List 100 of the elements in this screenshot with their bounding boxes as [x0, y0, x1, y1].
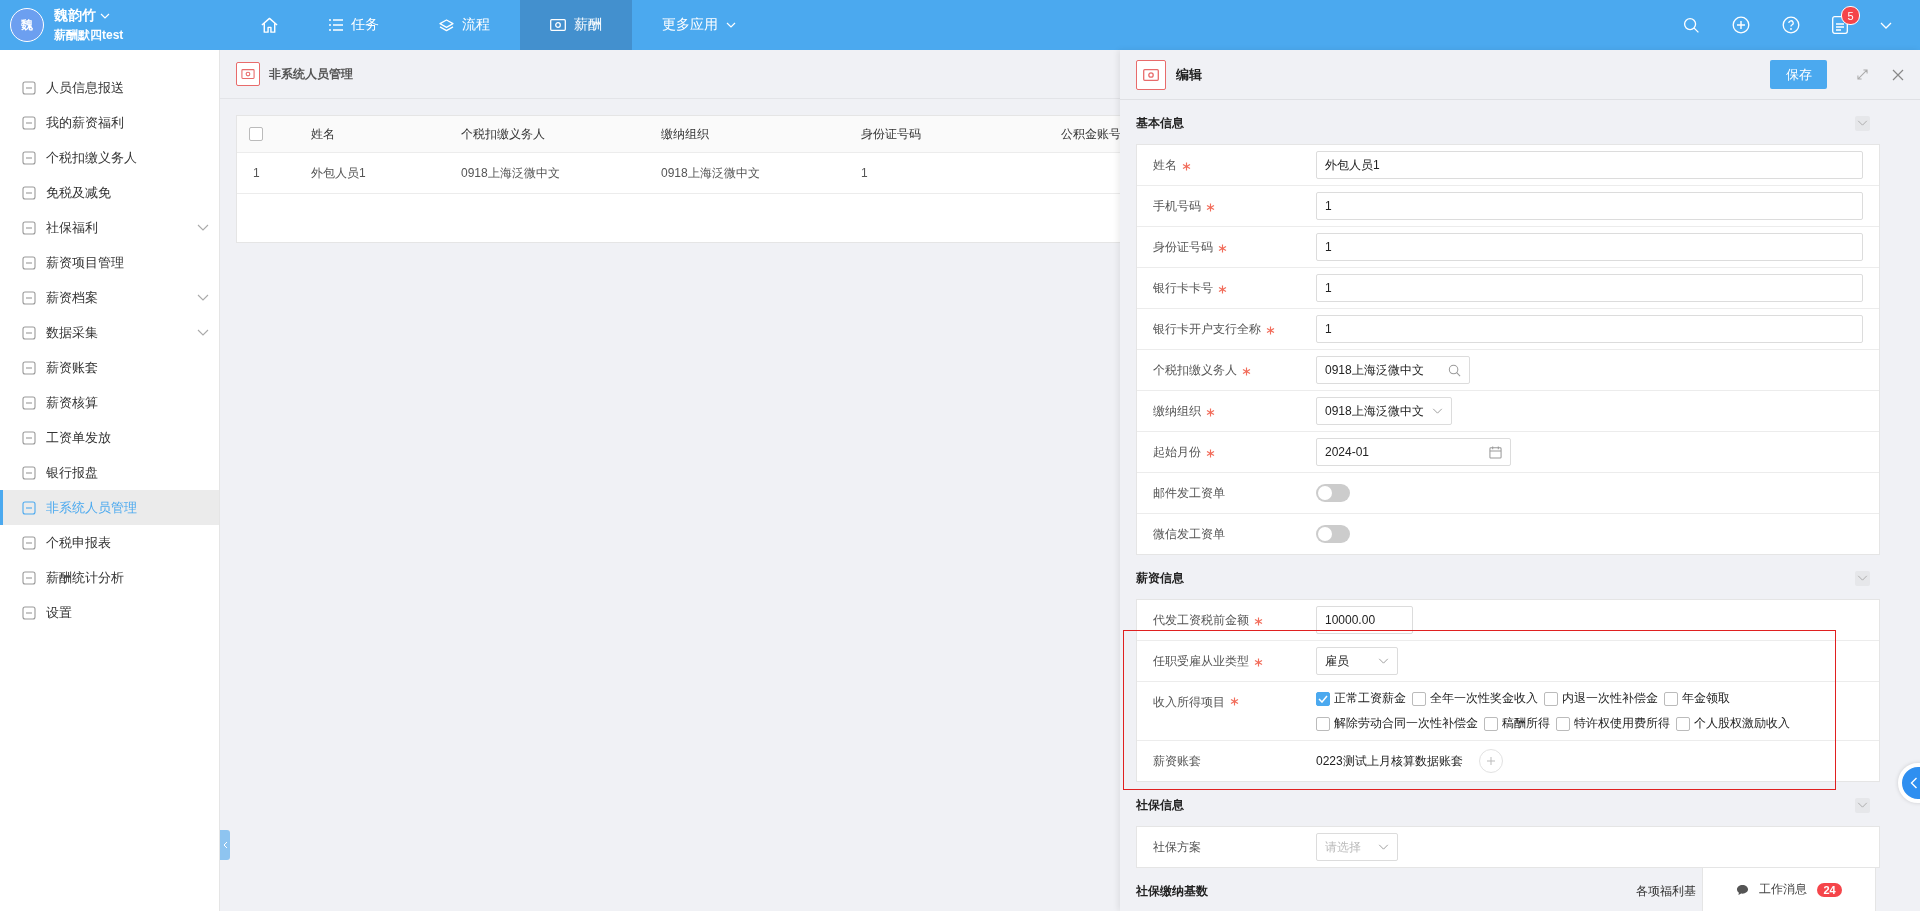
sidebar-item[interactable]: 个税申报表: [0, 525, 219, 560]
checkbox[interactable]: 个人股权激励收入: [1676, 715, 1790, 732]
field-label: 代发工资税前金额: [1153, 611, 1249, 629]
menu-item-icon: [22, 360, 36, 375]
toggle-switch[interactable]: [1316, 484, 1350, 502]
collapse-button[interactable]: [1855, 115, 1870, 131]
sidebar-item[interactable]: 薪资项目管理: [0, 245, 219, 280]
sidebar-item[interactable]: 薪资账套: [0, 350, 219, 385]
checkbox[interactable]: 年金领取: [1664, 690, 1730, 707]
sidebar-item[interactable]: 薪酬统计分析: [0, 560, 219, 595]
checkbox[interactable]: 特许权使用费所得: [1556, 715, 1670, 732]
search-icon[interactable]: [1683, 16, 1700, 34]
field-label: 手机号码: [1153, 197, 1201, 215]
text-field[interactable]: 1: [1316, 192, 1863, 220]
sidebar-item[interactable]: 银行报盘: [0, 455, 219, 490]
add-icon[interactable]: [1732, 16, 1750, 34]
work-message-label: 工作消息: [1759, 881, 1808, 898]
text-field[interactable]: 外包人员1: [1316, 151, 1863, 179]
chevron-down-icon: [1857, 120, 1868, 126]
sidebar-item[interactable]: 薪资核算: [0, 385, 219, 420]
checkbox[interactable]: 解除劳动合同一次性补偿金: [1316, 715, 1478, 732]
sidebar-item[interactable]: 我的薪资福利: [0, 105, 219, 140]
menu-item-icon: [22, 150, 36, 165]
work-message-popup[interactable]: 工作消息 24: [1702, 867, 1876, 911]
section-title: 社保信息: [1136, 796, 1184, 814]
sidebar-item[interactable]: 工资单发放: [0, 420, 219, 455]
field-label: 社保方案: [1153, 838, 1201, 856]
collapse-button[interactable]: [1855, 570, 1870, 586]
caret-icon: [100, 12, 110, 19]
search-field[interactable]: 0918上海泛微中文: [1316, 356, 1470, 384]
field-label: 银行卡卡号: [1153, 279, 1213, 297]
menu-item-icon: [22, 325, 36, 340]
field-label: 缴纳组织: [1153, 402, 1201, 420]
check-icon: [1318, 694, 1328, 703]
caret-icon: [726, 22, 736, 28]
collapse-button[interactable]: [1855, 797, 1870, 813]
document-icon[interactable]: [1832, 16, 1848, 34]
select-field[interactable]: 0918上海泛微中文: [1316, 397, 1452, 425]
text-field[interactable]: 1: [1316, 315, 1863, 343]
menu-item-icon: [22, 395, 36, 410]
field-label: 姓名: [1153, 156, 1177, 174]
field-label: 个税扣缴义务人: [1153, 361, 1237, 379]
search-icon: [1448, 363, 1461, 377]
field-label: 微信发工资单: [1153, 525, 1225, 543]
sidebar-item[interactable]: 设置: [0, 595, 219, 630]
checkbox[interactable]: 稿酬所得: [1484, 715, 1550, 732]
menu-item-icon: [22, 535, 36, 550]
chevron-left-icon: [222, 841, 228, 849]
field-value: 0223测试上月核算数据账套: [1316, 752, 1463, 770]
select-field[interactable]: 雇员: [1316, 647, 1398, 675]
menu-item-icon: [22, 80, 36, 95]
checkbox[interactable]: 正常工资薪金: [1316, 690, 1406, 707]
menu-item-icon: [22, 570, 36, 585]
amount-field[interactable]: 10000.00: [1316, 606, 1413, 634]
field-label: 薪资账套: [1153, 752, 1201, 770]
menu-item-icon: [22, 220, 36, 235]
section-note: 各项福利基: [1636, 882, 1696, 900]
table-cell-text: 1: [860, 166, 869, 180]
checkbox[interactable]: 全年一次性奖金收入: [1412, 690, 1538, 707]
sidebar-item[interactable]: 个税扣缴义务人: [0, 140, 219, 175]
table-cell-text: 0918上海泛微中文: [660, 164, 761, 182]
plus-icon: [1485, 756, 1496, 766]
table-cell-text: 0918上海泛微中文: [460, 164, 561, 182]
checkbox[interactable]: 内退一次性补偿金: [1544, 690, 1658, 707]
chevron-left-icon: [1910, 777, 1918, 789]
banknote-icon: [1136, 59, 1166, 90]
sidebar-item[interactable]: 数据采集: [0, 315, 219, 350]
chevron-down-icon: [1378, 844, 1389, 850]
sidebar-item[interactable]: 免税及减免: [0, 175, 219, 210]
section-title: 基本信息: [1136, 114, 1184, 132]
menu-item-icon: [22, 500, 36, 515]
date-field[interactable]: 2024-01: [1316, 438, 1511, 466]
sidebar-item[interactable]: 社保福利: [0, 210, 219, 245]
field-label: 邮件发工资单: [1153, 484, 1225, 502]
field-label: 身份证号码: [1153, 238, 1213, 256]
chevron-down-icon: [1857, 575, 1868, 581]
expand-icon[interactable]: [1857, 69, 1868, 80]
calendar-icon: [1489, 445, 1502, 459]
text-field[interactable]: 1: [1316, 274, 1863, 302]
close-icon[interactable]: [1892, 68, 1904, 81]
field-label: 收入所得项目: [1153, 694, 1225, 711]
sidebar-toggle[interactable]: [220, 830, 230, 860]
panel-title: 编辑: [1176, 65, 1202, 84]
select-all-checkbox[interactable]: [249, 127, 263, 142]
field-label: 银行卡开户支行全称: [1153, 320, 1261, 338]
column-header: 姓名: [310, 125, 336, 143]
menu-item-icon: [22, 290, 36, 305]
notification-badge: 5: [1841, 6, 1860, 25]
sidebar-item[interactable]: 人员信息报送: [0, 70, 219, 105]
chevron-down-icon[interactable]: [1880, 21, 1892, 29]
sidebar-item[interactable]: 薪资档案: [0, 280, 219, 315]
banknote-icon: [236, 62, 260, 86]
help-icon[interactable]: [1782, 16, 1800, 34]
toggle-switch[interactable]: [1316, 525, 1350, 543]
column-header: 公积金账号: [1060, 125, 1120, 143]
section-title: 薪资信息: [1136, 569, 1184, 587]
layers-icon: [439, 18, 454, 32]
text-field[interactable]: 1: [1316, 233, 1863, 261]
row-number: 1: [252, 166, 261, 180]
chat-icon: [1736, 883, 1750, 896]
